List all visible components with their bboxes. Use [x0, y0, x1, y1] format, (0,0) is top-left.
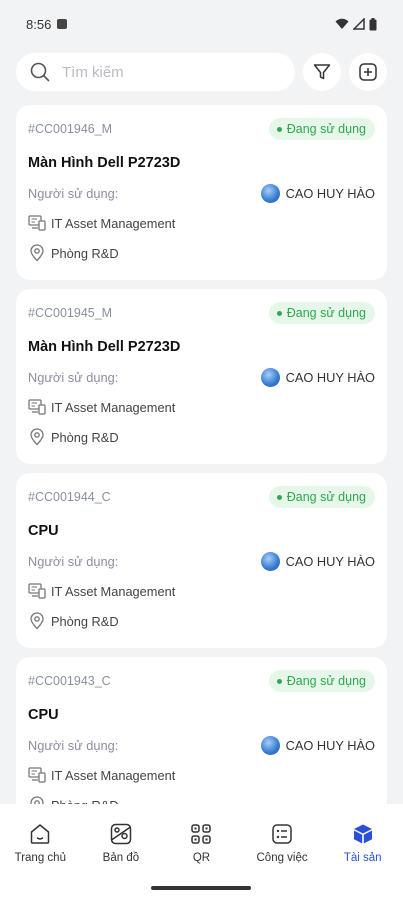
department-icon [28, 215, 46, 231]
nav-tasks-label: Công việc [256, 852, 308, 864]
nav-home-label: Trang chủ [14, 852, 66, 864]
search-row [0, 48, 403, 92]
nav-tasks[interactable]: Công việc [242, 822, 322, 864]
asset-code: #CC001946_M [28, 122, 113, 136]
department-icon [28, 583, 46, 599]
search-icon [30, 62, 50, 82]
home-icon [31, 824, 50, 844]
add-icon [359, 63, 377, 81]
department: IT Asset Management [51, 399, 176, 415]
search-input[interactable] [62, 63, 281, 81]
status-text: Đang sử dụng [286, 122, 366, 136]
status-dot-icon [276, 494, 282, 500]
tasks-icon [272, 824, 292, 844]
status-bar: 8:56 [0, 0, 403, 48]
user-label: Người sử dụng: [28, 737, 119, 753]
assigned-user: CAO HUY HÀO [260, 551, 375, 571]
asset-card[interactable]: #CC001944_C Đang sử dụng CPU Người sử dụ… [16, 473, 387, 648]
nav-assets-label: Tài sản [343, 852, 382, 864]
filter-button[interactable] [303, 53, 341, 91]
asset-card[interactable]: #CC001946_M Đang sử dụng Màn Hình Dell P… [16, 105, 387, 280]
map-icon [110, 823, 132, 845]
nav-map[interactable]: Bản đồ [81, 822, 161, 864]
location: Phòng R&D [51, 429, 119, 445]
search-box[interactable] [16, 53, 295, 91]
qr-icon [191, 824, 212, 844]
home-indicator[interactable] [151, 886, 251, 890]
assigned-user: CAO HUY HÀO [260, 183, 375, 203]
nav-assets[interactable]: Tài sản [323, 822, 403, 864]
location: Phòng R&D [51, 613, 119, 629]
asset-code: #CC001943_C [28, 674, 111, 688]
asset-name: Màn Hình Dell P2723D [28, 155, 181, 171]
nav-qr-label: QR [192, 852, 211, 864]
department-icon [28, 767, 46, 783]
user-name: CAO HUY HÀO [285, 369, 375, 385]
location-pin-icon [30, 796, 44, 804]
user-name: CAO HUY HÀO [285, 185, 375, 201]
battery-icon [369, 17, 377, 30]
user-name: CAO HUY HÀO [285, 737, 375, 753]
avatar [260, 735, 280, 755]
add-asset-button[interactable] [349, 53, 387, 91]
location: Phòng R&D [51, 245, 119, 261]
asset-name: CPU [28, 707, 59, 723]
department: IT Asset Management [51, 215, 176, 231]
user-label: Người sử dụng: [28, 369, 119, 385]
asset-card[interactable]: #CC001943_C Đang sử dụng CPU Người sử dụ… [16, 657, 387, 804]
asset-name: Màn Hình Dell P2723D [28, 339, 181, 355]
asset-code: #CC001945_M [28, 306, 113, 320]
nav-home[interactable]: Trang chủ [0, 822, 80, 864]
asset-name: CPU [28, 523, 59, 539]
status-badge: Đang sử dụng [268, 670, 375, 692]
user-label: Người sử dụng: [28, 553, 119, 569]
asset-code: #CC001944_C [28, 490, 111, 504]
filter-icon [313, 64, 331, 80]
location-pin-icon [30, 612, 44, 630]
avatar [260, 551, 280, 571]
user-name: CAO HUY HÀO [285, 553, 375, 569]
status-text: Đang sử dụng [286, 674, 366, 688]
assigned-user: CAO HUY HÀO [260, 367, 375, 387]
status-time: 8:56 [26, 16, 52, 32]
gesture-area [0, 878, 403, 900]
department-icon [28, 399, 46, 415]
assets-icon [353, 824, 372, 844]
status-badge: Đang sử dụng [268, 486, 375, 508]
avatar [260, 183, 280, 203]
asset-list[interactable]: #CC001946_M Đang sử dụng Màn Hình Dell P… [16, 105, 387, 804]
nav-map-label: Bản đồ [102, 852, 140, 864]
status-dot-icon [276, 126, 282, 132]
location-pin-icon [30, 244, 44, 262]
department: IT Asset Management [51, 767, 176, 783]
department: IT Asset Management [51, 583, 176, 599]
asset-card[interactable]: #CC001945_M Đang sử dụng Màn Hình Dell P… [16, 289, 387, 464]
nav-qr[interactable]: QR [161, 822, 241, 864]
status-text: Đang sử dụng [286, 306, 366, 320]
status-badge: Đang sử dụng [268, 302, 375, 324]
status-badge: Đang sử dụng [268, 118, 375, 140]
assigned-user: CAO HUY HÀO [260, 735, 375, 755]
signal-icon [353, 18, 365, 30]
user-label: Người sử dụng: [28, 185, 119, 201]
location-pin-icon [30, 428, 44, 446]
status-dot-icon [276, 310, 282, 316]
bottom-nav: Trang chủ Bản đồ QR Công việc Tài sản [0, 804, 403, 878]
notification-icon [57, 19, 68, 29]
status-text: Đang sử dụng [286, 490, 366, 504]
wifi-icon [335, 18, 349, 29]
avatar [260, 367, 280, 387]
status-dot-icon [276, 678, 282, 684]
